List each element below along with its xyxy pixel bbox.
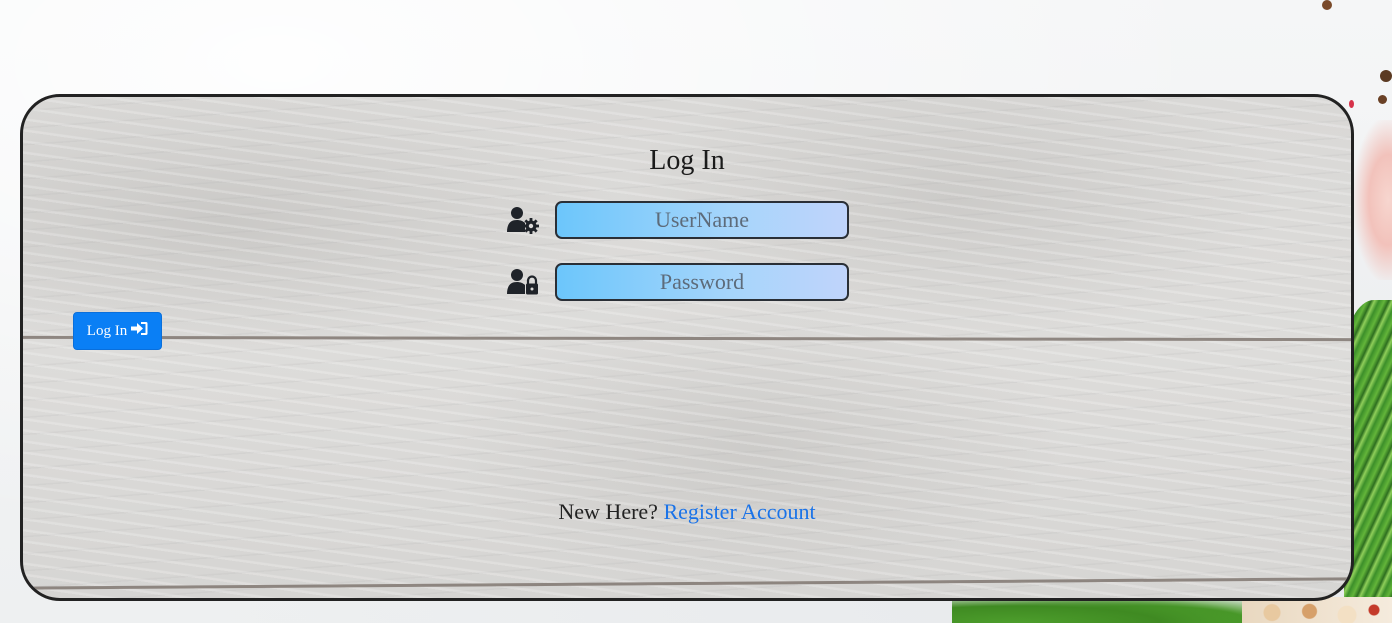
password-row	[505, 261, 849, 303]
username-input[interactable]	[555, 201, 849, 239]
peppercorn-decoration	[1380, 70, 1392, 82]
register-prompt: New Here? Register Account	[23, 499, 1351, 525]
login-title: Log In	[649, 145, 725, 176]
berry-decoration	[1349, 100, 1354, 108]
register-prompt-text: New Here?	[558, 499, 658, 524]
user-gear-icon	[505, 203, 541, 237]
register-account-link[interactable]: Register Account	[663, 499, 815, 524]
login-card: Log In UserName Log In New Here? Registe…	[20, 94, 1354, 601]
flower-decoration	[1354, 120, 1392, 280]
peppercorn-decoration	[1378, 95, 1387, 104]
user-lock-icon	[505, 265, 541, 299]
username-row	[505, 199, 849, 241]
login-button-label: Log In	[86, 322, 128, 339]
sign-in-icon	[131, 321, 148, 341]
login-button[interactable]: Log In	[73, 312, 162, 350]
password-input[interactable]	[555, 263, 849, 301]
peppercorn-decoration	[1322, 0, 1332, 10]
wood-plank-seam	[23, 335, 1351, 342]
wood-plank-seam	[23, 577, 1351, 590]
